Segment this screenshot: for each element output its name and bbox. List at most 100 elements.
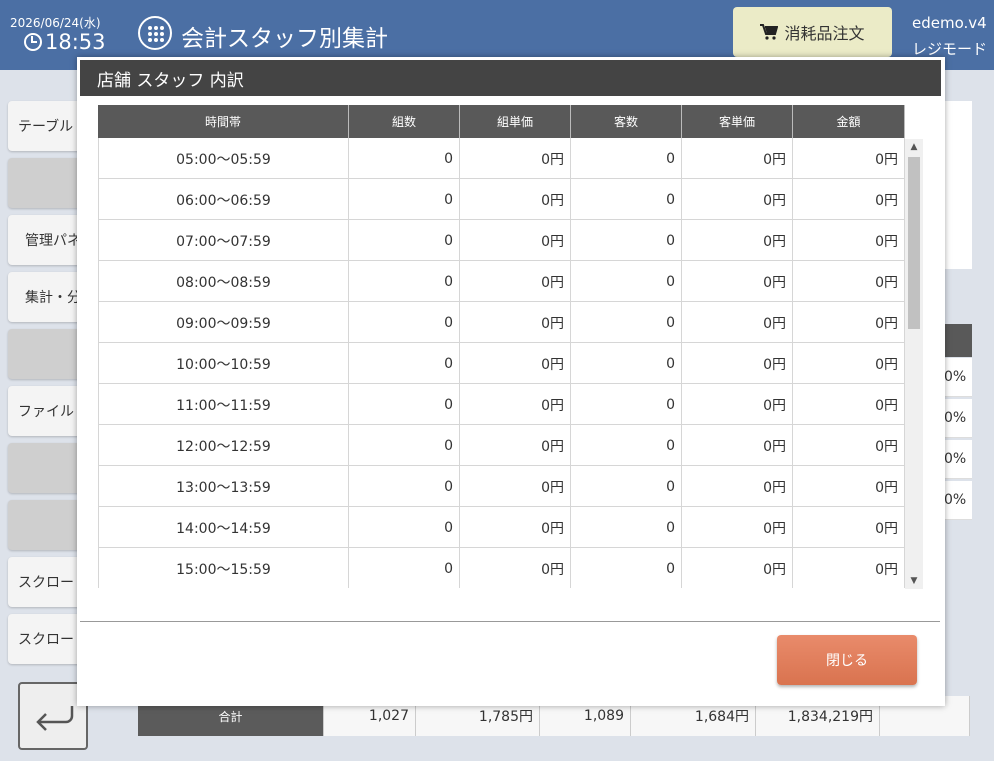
mode-label: レジモード <box>912 40 988 58</box>
background-percent-cell: 0% <box>944 481 972 520</box>
table-cell: 0 <box>349 138 460 179</box>
table-row[interactable]: 07:00～07:59 0 0円 0 0円 0円 <box>98 220 923 261</box>
table-row[interactable]: 11:00～11:59 0 0円 0 0円 0円 <box>98 384 923 425</box>
table-cell: 08:00～08:59 <box>98 261 349 302</box>
table-cell: 0 <box>571 261 682 302</box>
table-cell: 0円 <box>682 384 793 425</box>
table-cell: 0円 <box>460 466 571 507</box>
table-cell: 0円 <box>793 507 905 548</box>
column-header-group-price: 組単価 <box>460 105 571 138</box>
table-cell: 13:00～13:59 <box>98 466 349 507</box>
sidebar-item-label: 集計・分 <box>25 290 81 306</box>
table-row[interactable]: 10:00～10:59 0 0円 0 0円 0円 <box>98 343 923 384</box>
chevron-up-icon[interactable]: ▲ <box>909 142 919 152</box>
column-header-customer-price: 客単価 <box>682 105 793 138</box>
table-cell: 0円 <box>793 466 905 507</box>
table-cell: 0円 <box>460 384 571 425</box>
table-cell: 0円 <box>793 343 905 384</box>
menu-grid-icon[interactable] <box>138 16 172 50</box>
table-cell: 0円 <box>460 302 571 343</box>
table-row[interactable]: 14:00～14:59 0 0円 0 0円 0円 <box>98 507 923 548</box>
table-cell: 0 <box>571 302 682 343</box>
table-cell: 0円 <box>682 138 793 179</box>
page-title: 会計スタッフ別集計 <box>181 26 388 52</box>
table-cell: 10:00～10:59 <box>98 343 349 384</box>
table-cell: 07:00～07:59 <box>98 220 349 261</box>
scrollbar-thumb[interactable] <box>908 157 920 329</box>
table-row[interactable]: 05:00～05:59 0 0円 0 0円 0円 <box>98 138 923 179</box>
table-cell: 0円 <box>460 548 571 588</box>
modal-title: 店舗 スタッフ 内訳 <box>80 60 941 96</box>
supplies-order-button[interactable]: 消耗品注文 <box>733 7 892 57</box>
table-cell: 0円 <box>793 548 905 588</box>
table-cell: 0 <box>349 384 460 425</box>
table-scrollbar[interactable]: ▲ ▼ <box>905 139 923 589</box>
table-header: 時間帯 組数 組単価 客数 客単価 金額 <box>98 105 905 138</box>
sidebar-item-label: スクロー <box>18 632 74 648</box>
table-cell: 0円 <box>682 343 793 384</box>
table-cell: 0 <box>349 220 460 261</box>
table-cell: 12:00～12:59 <box>98 425 349 466</box>
cart-icon <box>760 24 779 40</box>
table-cell: 0円 <box>682 220 793 261</box>
table-cell: 0円 <box>682 466 793 507</box>
sidebar-item-label: テーブル <box>18 119 74 135</box>
table-cell: 0円 <box>793 138 905 179</box>
header-clock: 18:53 <box>24 30 106 54</box>
table-cell: 0 <box>571 138 682 179</box>
table-cell: 0円 <box>682 425 793 466</box>
table-cell: 0円 <box>460 220 571 261</box>
table-cell: 0 <box>571 507 682 548</box>
table-cell: 15:00～15:59 <box>98 548 349 588</box>
table-cell: 0円 <box>793 179 905 220</box>
chevron-down-icon[interactable]: ▼ <box>909 576 919 586</box>
table-row[interactable]: 13:00～13:59 0 0円 0 0円 0円 <box>98 466 923 507</box>
table-cell: 0 <box>349 548 460 588</box>
table-cell: 0円 <box>793 425 905 466</box>
table-cell: 0 <box>571 466 682 507</box>
table-row[interactable]: 09:00～09:59 0 0円 0 0円 0円 <box>98 302 923 343</box>
table-cell: 05:00～05:59 <box>98 138 349 179</box>
table-cell: 0 <box>349 507 460 548</box>
table-cell: 0円 <box>793 220 905 261</box>
clock-icon <box>24 33 42 51</box>
table-cell: 0 <box>349 466 460 507</box>
table-cell: 0円 <box>682 302 793 343</box>
table-cell: 0円 <box>460 261 571 302</box>
table-cell: 0円 <box>460 179 571 220</box>
table-cell: 0円 <box>793 384 905 425</box>
table-body[interactable]: 05:00～05:59 0 0円 0 0円 0円 06:00～06:59 0 0円 0 0円 0円 07… <box>98 138 923 588</box>
table-row[interactable]: 08:00～08:59 0 0円 0 0円 0円 <box>98 261 923 302</box>
table-cell: 0円 <box>682 548 793 588</box>
table-row[interactable]: 15:00～15:59 0 0円 0 0円 0円 <box>98 548 923 588</box>
table-cell: 0 <box>571 548 682 588</box>
table-cell: 0 <box>349 343 460 384</box>
column-header-time: 時間帯 <box>98 105 349 138</box>
background-column-header <box>944 324 972 357</box>
background-percent-cell: 0% <box>944 358 972 397</box>
table-cell: 0 <box>571 220 682 261</box>
table-cell: 0 <box>349 302 460 343</box>
table-cell: 0 <box>571 343 682 384</box>
table-cell: 0円 <box>682 261 793 302</box>
table-cell: 0円 <box>682 179 793 220</box>
table-cell: 0 <box>571 384 682 425</box>
table-cell: 0円 <box>682 507 793 548</box>
table-cell: 0円 <box>460 343 571 384</box>
table-cell: 06:00～06:59 <box>98 179 349 220</box>
background-percent-cell: 0% <box>944 399 972 438</box>
column-header-customers: 客数 <box>571 105 682 138</box>
table-row[interactable]: 06:00～06:59 0 0円 0 0円 0円 <box>98 179 923 220</box>
table-cell: 0円 <box>460 507 571 548</box>
supplies-order-label: 消耗品注文 <box>784 24 865 43</box>
table-cell: 0円 <box>793 302 905 343</box>
column-header-groups: 組数 <box>349 105 460 138</box>
staff-breakdown-modal: 店舗 スタッフ 内訳 時間帯 組数 組単価 客数 客単価 金額 05:00～05… <box>77 57 945 706</box>
header-time: 18:53 <box>45 30 106 54</box>
modal-divider <box>80 621 940 622</box>
table-row[interactable]: 12:00～12:59 0 0円 0 0円 0円 <box>98 425 923 466</box>
column-header-amount: 金額 <box>793 105 905 138</box>
sidebar-item-label: 管理パネ <box>25 233 81 249</box>
close-button[interactable]: 閉じる <box>777 635 917 685</box>
table-cell: 14:00～14:59 <box>98 507 349 548</box>
